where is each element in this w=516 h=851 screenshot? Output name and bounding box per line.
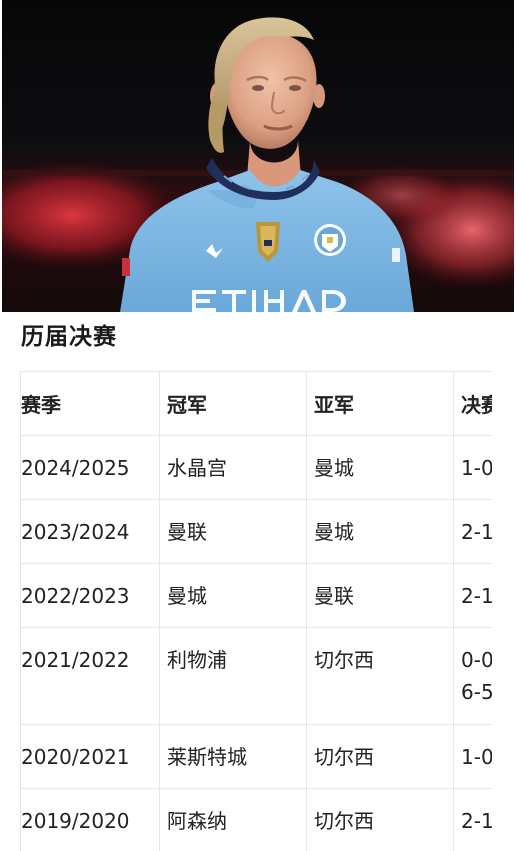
hero-photo: [2, 0, 514, 312]
finals-table: 赛季 冠军 亚军 决赛 2024/2025 水晶宫 曼城 1-0 2023/20…: [20, 371, 492, 851]
hero-photo-illustration: [2, 0, 514, 312]
score-cell: 2-1: [453, 563, 492, 628]
season-cell: 2023/2024: [20, 499, 160, 564]
table-row: 2023/2024 曼联 曼城 2-1: [20, 499, 492, 564]
runner-up-cell: 切尔西: [306, 788, 454, 851]
header-final-score: 决赛: [453, 371, 492, 436]
score-cell: 0-0 6-5: [453, 627, 492, 725]
winner-cell: 曼城: [159, 563, 307, 628]
runner-up-cell: 曼城: [306, 435, 454, 500]
season-cell: 2020/2021: [20, 724, 160, 789]
winner-cell: 利物浦: [159, 627, 307, 725]
season-cell: 2024/2025: [20, 435, 160, 500]
season-cell: 2022/2023: [20, 563, 160, 628]
table-row: 2020/2021 莱斯特城 切尔西 1-0: [20, 724, 492, 789]
score-cell: 2-1: [453, 499, 492, 564]
score-cell: 1-0: [453, 435, 492, 500]
header-season: 赛季: [20, 371, 160, 436]
penalty-score-text: 6-5: [461, 680, 492, 704]
score-text: 2-1: [461, 584, 492, 608]
table-row: 2019/2020 阿森纳 切尔西 2-1: [20, 788, 492, 851]
table-header-row: 赛季 冠军 亚军 决赛: [20, 371, 492, 436]
score-cell: 1-0: [453, 724, 492, 789]
score-text: 0-0: [461, 648, 492, 672]
winner-cell: 阿森纳: [159, 788, 307, 851]
section-title: 历届决赛: [21, 324, 117, 350]
winner-cell: 水晶宫: [159, 435, 307, 500]
score-text: 2-1: [461, 520, 492, 544]
score-text: 1-0: [461, 745, 492, 769]
runner-up-cell: 曼联: [306, 563, 454, 628]
score-text: 1-0: [461, 456, 492, 480]
score-cell: 2-1: [453, 788, 492, 851]
finals-table-container[interactable]: 赛季 冠军 亚军 决赛 2024/2025 水晶宫 曼城 1-0 2023/20…: [20, 371, 492, 851]
runner-up-cell: 曼城: [306, 499, 454, 564]
score-text: 2-1: [461, 809, 492, 833]
table-row: 2021/2022 利物浦 切尔西 0-0 6-5: [20, 627, 492, 725]
winner-cell: 曼联: [159, 499, 307, 564]
season-cell: 2021/2022: [20, 627, 160, 725]
header-winner: 冠军: [159, 371, 307, 436]
season-cell: 2019/2020: [20, 788, 160, 851]
table-row: 2024/2025 水晶宫 曼城 1-0: [20, 435, 492, 500]
runner-up-cell: 切尔西: [306, 724, 454, 789]
winner-cell: 莱斯特城: [159, 724, 307, 789]
table-row: 2022/2023 曼城 曼联 2-1: [20, 563, 492, 628]
runner-up-cell: 切尔西: [306, 627, 454, 725]
header-runner-up: 亚军: [306, 371, 454, 436]
